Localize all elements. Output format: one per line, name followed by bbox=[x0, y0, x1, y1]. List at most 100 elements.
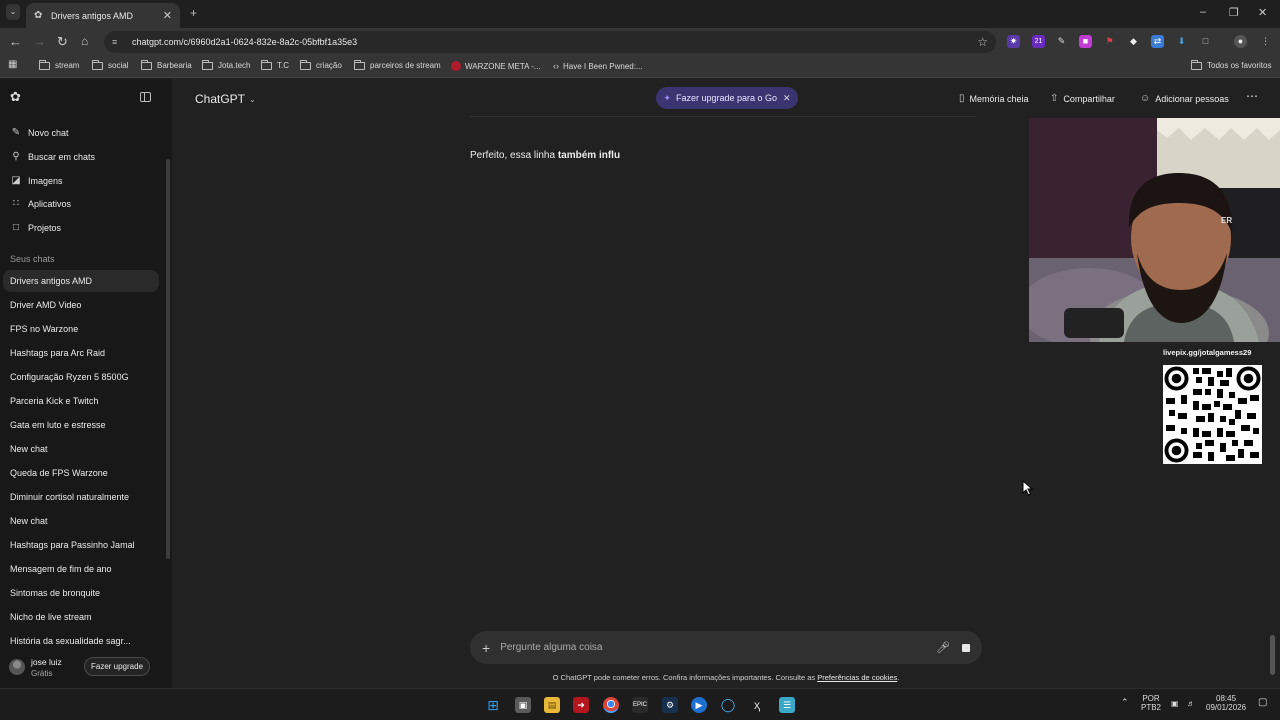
bookmark-folder[interactable]: stream bbox=[39, 59, 79, 70]
sidebar-item-images[interactable]: ◪ Imagens bbox=[10, 175, 62, 186]
memory-full-button[interactable]: ▯ Memória cheia bbox=[959, 93, 1029, 104]
chat-item[interactable]: FPS no Warzone bbox=[10, 324, 78, 334]
chat-item[interactable]: Driver AMD Video bbox=[10, 300, 81, 310]
apps-icon: ∷ bbox=[12, 198, 20, 209]
windows-start-icon[interactable]: ⊞ bbox=[485, 697, 501, 713]
notifications-icon[interactable]: ▢ bbox=[1258, 698, 1267, 708]
chat-item[interactable]: Configuração Ryzen 5 8500G bbox=[10, 372, 129, 382]
bookmark-link[interactable]: ‹› Have I Been Pwned:... bbox=[553, 61, 643, 71]
profile-icon[interactable]: ● bbox=[1234, 35, 1247, 48]
add-people-button[interactable]: ☺ Adicionar pessoas bbox=[1140, 93, 1229, 104]
chat-item[interactable]: Queda de FPS Warzone bbox=[10, 468, 108, 478]
chat-item[interactable]: New chat bbox=[10, 444, 48, 454]
upgrade-go-pill[interactable]: ✦ Fazer upgrade para o Go ✕ bbox=[656, 87, 798, 109]
all-bookmarks-button[interactable]: Todos os favoritos bbox=[1191, 59, 1271, 70]
sidebar-item-apps[interactable]: ∷ Aplicativos bbox=[10, 198, 71, 209]
extension-badge-icon[interactable]: 21 bbox=[1032, 35, 1045, 48]
new-tab-icon[interactable]: + bbox=[190, 6, 197, 20]
more-options-icon[interactable]: ⋯ bbox=[1246, 89, 1258, 103]
extension-pink-icon[interactable]: ■ bbox=[1079, 35, 1092, 48]
chat-item[interactable]: Drivers antigos AMD bbox=[10, 276, 92, 286]
webcam-overlay: ER bbox=[1029, 118, 1280, 342]
file-explorer-icon[interactable]: ▤ bbox=[544, 697, 560, 713]
cortana-icon[interactable]: ◯ bbox=[720, 697, 736, 713]
app-g-icon[interactable]: ҳ bbox=[749, 697, 765, 713]
apps-grid-icon[interactable]: ▦ bbox=[8, 59, 17, 70]
network-icon[interactable]: ▣ bbox=[1171, 699, 1179, 708]
chat-item[interactable]: História da sexualidade sagr... bbox=[10, 636, 131, 646]
clock[interactable]: 08:45 09/01/2026 bbox=[1206, 694, 1246, 712]
home-icon[interactable]: ⌂ bbox=[81, 34, 88, 48]
sidebar-item-new-chat[interactable]: ✎ Novo chat bbox=[10, 127, 69, 138]
extensions-icon[interactable]: □ bbox=[1199, 35, 1212, 48]
bookmark-folder[interactable]: social bbox=[92, 59, 128, 70]
sidebar-item-projects[interactable]: □ Projetos bbox=[10, 222, 61, 233]
close-tab-icon[interactable]: ✕ bbox=[163, 9, 172, 22]
browser-menu-icon[interactable]: ⋮ bbox=[1259, 35, 1272, 48]
extension-puzzle-icon[interactable]: ✷ bbox=[1007, 35, 1020, 48]
prompt-input[interactable] bbox=[500, 642, 937, 653]
extension-red-icon[interactable]: ⚑ bbox=[1103, 35, 1116, 48]
app-blue-icon[interactable]: ▶ bbox=[691, 697, 707, 713]
sidebar-item-search[interactable]: ⚲ Buscar em chats bbox=[10, 151, 95, 162]
tray-overflow-icon[interactable]: ⌃ bbox=[1121, 698, 1129, 707]
volume-icon[interactable]: ♬ bbox=[1187, 699, 1195, 708]
chat-item[interactable]: Diminuir cortisol naturalmente bbox=[10, 492, 129, 502]
bookmark-folder[interactable]: Barbearia bbox=[141, 59, 192, 70]
stop-generation-button[interactable] bbox=[962, 643, 970, 652]
download-icon[interactable]: ⬇ bbox=[1175, 35, 1188, 48]
openai-logo-icon[interactable]: ✿ bbox=[10, 90, 24, 104]
steam-icon[interactable]: ⚙ bbox=[662, 697, 678, 713]
bookmark-folder[interactable]: Jota.tech bbox=[202, 59, 250, 70]
chrome-icon[interactable] bbox=[603, 697, 619, 713]
translate-icon[interactable]: ⇄ bbox=[1151, 35, 1164, 48]
sidebar-scrollbar[interactable] bbox=[166, 159, 170, 559]
chat-item[interactable]: New chat bbox=[10, 516, 48, 526]
tab-search-button[interactable]: ⌄ bbox=[6, 4, 20, 20]
user-plan: Grátis bbox=[31, 669, 53, 678]
epic-games-icon[interactable]: EPIC bbox=[632, 697, 648, 713]
restore-icon[interactable]: ❐ bbox=[1229, 6, 1239, 19]
chat-item[interactable]: Parceria Kick e Twitch bbox=[10, 396, 98, 406]
main-scrollbar[interactable] bbox=[1270, 635, 1275, 675]
windows-taskbar: ⊞ ▣ ▤ ➜ EPIC ⚙ ▶ ◯ ҳ ☰ ⌃ POR PTB2 ▣ ♬ 08:… bbox=[0, 688, 1280, 720]
chat-item[interactable]: Sintomas de bronquite bbox=[10, 588, 100, 598]
back-icon[interactable]: ← bbox=[9, 34, 22, 49]
search-icon: ⚲ bbox=[12, 151, 20, 162]
folder-icon bbox=[141, 59, 152, 70]
app-red-icon[interactable]: ➜ bbox=[573, 697, 589, 713]
share-button[interactable]: ⇧ Compartilhar bbox=[1050, 93, 1115, 104]
forward-icon[interactable]: → bbox=[33, 34, 46, 49]
chat-item[interactable]: Nicho de live stream bbox=[10, 612, 92, 622]
microphone-icon[interactable]: 🎤︎ bbox=[936, 641, 950, 654]
extension-diamond-icon[interactable]: ◆ bbox=[1127, 35, 1140, 48]
chatgpt-favicon-icon: ✿ bbox=[34, 9, 43, 21]
close-icon[interactable]: ✕ bbox=[783, 93, 791, 104]
browser-toolbar: ← → ↻ ⌂ ≡ chatgpt.com/c/6960d2a1-0624-83… bbox=[0, 28, 1280, 56]
reload-icon[interactable]: ↻ bbox=[57, 34, 68, 50]
close-window-icon[interactable]: ✕ bbox=[1258, 6, 1267, 19]
cookie-preferences-link[interactable]: Preferências de cookies bbox=[817, 673, 897, 682]
address-bar[interactable]: ≡ chatgpt.com/c/6960d2a1-0624-832e-8a2c-… bbox=[104, 31, 996, 53]
bookmark-folder[interactable]: criação bbox=[300, 59, 342, 70]
bookmark-folder[interactable]: parceiros de stream bbox=[354, 59, 441, 70]
bookmark-star-icon[interactable]: ☆ bbox=[977, 35, 988, 49]
pencil-icon[interactable]: ✎ bbox=[1055, 35, 1068, 48]
notepad-icon[interactable]: ☰ bbox=[779, 697, 795, 713]
task-view-icon[interactable]: ▣ bbox=[515, 697, 531, 713]
minimize-icon[interactable]: – bbox=[1200, 6, 1206, 18]
browser-tab-active[interactable]: ✿ Drivers antigos AMD ✕ bbox=[26, 3, 180, 28]
model-selector[interactable]: ChatGPT ⌄ bbox=[195, 92, 256, 106]
bookmark-link[interactable]: WARZONE META -... bbox=[451, 61, 541, 71]
sidebar-toggle-icon[interactable] bbox=[140, 92, 151, 102]
language-indicator[interactable]: POR PTB2 bbox=[1141, 694, 1161, 712]
attach-plus-icon[interactable]: + bbox=[482, 640, 490, 656]
chat-item[interactable]: Hashtags para Passinho Jamal bbox=[10, 540, 135, 550]
site-info-icon[interactable]: ≡ bbox=[112, 37, 124, 47]
chat-item[interactable]: Mensagem de fim de ano bbox=[10, 564, 112, 574]
bookmark-folder[interactable]: T.C bbox=[261, 59, 289, 70]
chat-item[interactable]: Hashtags para Arc Raid bbox=[10, 348, 105, 358]
upgrade-button[interactable]: Fazer upgrade bbox=[84, 657, 150, 676]
chat-item[interactable]: Gata em luto e estresse bbox=[10, 420, 106, 430]
warzone-favicon-icon bbox=[451, 61, 461, 71]
